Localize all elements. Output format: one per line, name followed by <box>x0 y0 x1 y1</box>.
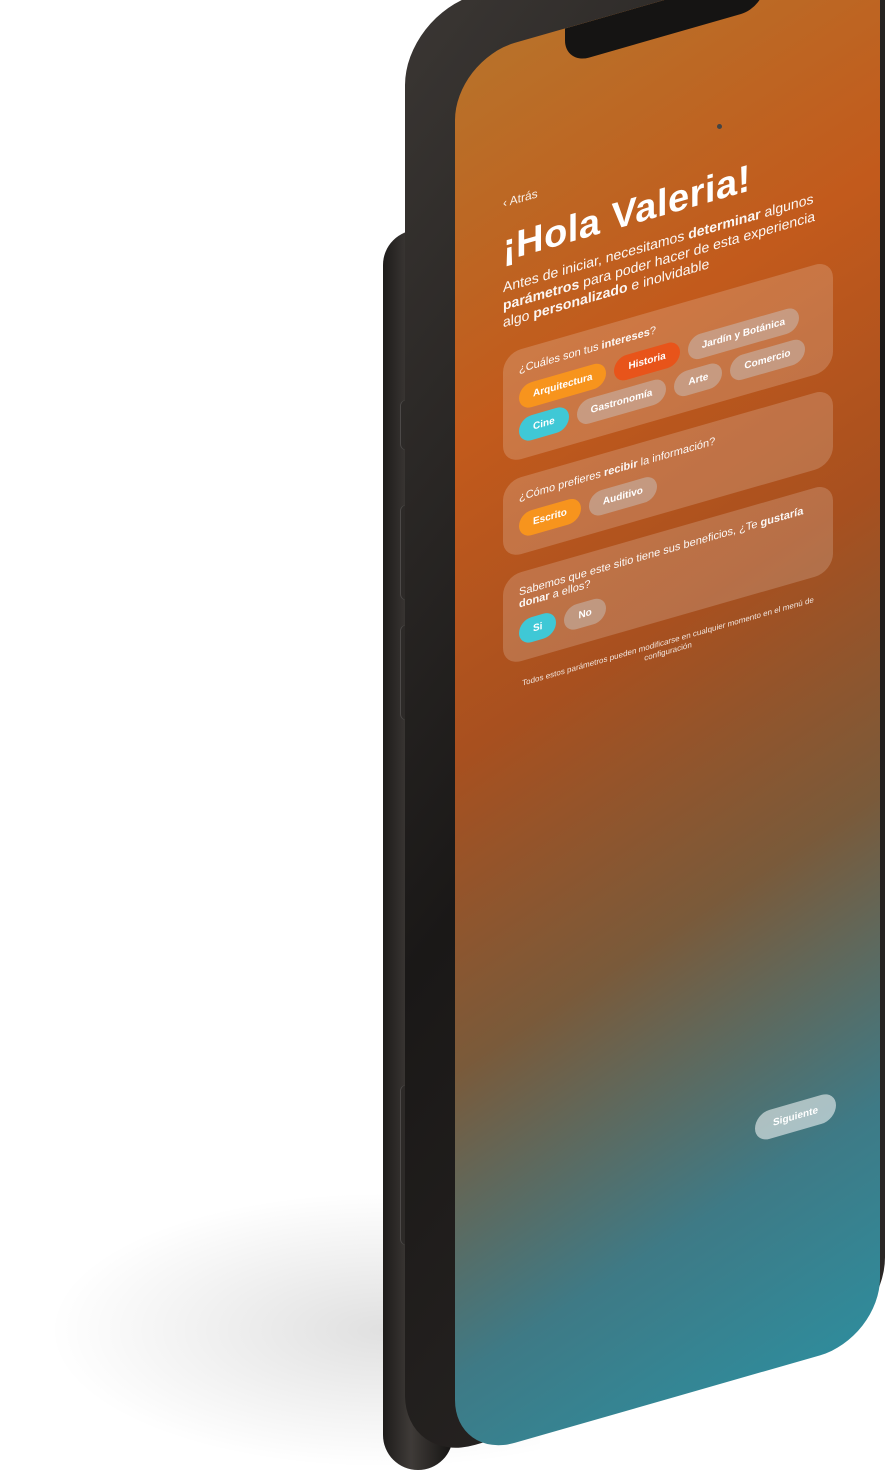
next-button[interactable]: Siguiente <box>755 1090 837 1143</box>
phone-screen: ‹ Atrás ¡Hola Valeria! Antes de iniciar,… <box>455 0 880 1461</box>
chip-historia[interactable]: Historia <box>614 339 680 383</box>
chip-auditivo[interactable]: Auditivo <box>588 473 657 519</box>
onboarding-content: ‹ Atrás ¡Hola Valeria! Antes de iniciar,… <box>503 102 833 705</box>
chip-cine[interactable]: Cine <box>519 403 569 444</box>
front-camera-icon <box>717 124 722 129</box>
chip-no[interactable]: No <box>564 595 606 633</box>
chip-si[interactable]: Si <box>519 609 557 646</box>
chip-escrito[interactable]: Escrito <box>519 495 581 539</box>
chip-arte[interactable]: Arte <box>674 359 723 399</box>
